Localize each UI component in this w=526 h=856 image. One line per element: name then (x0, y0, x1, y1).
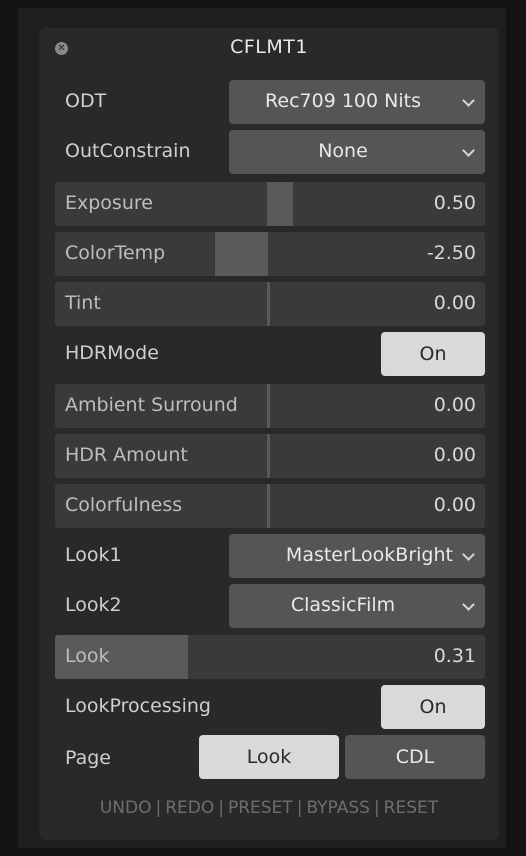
odt-label: ODT (65, 90, 107, 112)
look1-row: Look1 MasterLookBright (55, 534, 485, 578)
colorfulness-slider[interactable]: Colorfulness 0.00 (55, 484, 485, 528)
undo-link[interactable]: UNDO (100, 798, 152, 818)
page-row: Page Look CDL (55, 735, 485, 779)
hdr-amount-value: 0.00 (433, 444, 476, 466)
cflmt-panel: ✕ CFLMT1 ODT Rec709 100 Nits OutConstrai… (40, 28, 498, 840)
page-look-button[interactable]: Look (199, 735, 339, 779)
chevron-down-icon (462, 548, 475, 561)
exposure-label: Exposure (65, 192, 153, 214)
tint-value: 0.00 (433, 292, 476, 314)
colortemp-value: -2.50 (426, 242, 476, 264)
chevron-down-icon (462, 94, 475, 107)
lookprocessing-label: LookProcessing (65, 695, 211, 717)
reset-link[interactable]: RESET (384, 798, 438, 818)
page-cdl-button[interactable]: CDL (345, 735, 485, 779)
tint-slider[interactable]: Tint 0.00 (55, 282, 485, 326)
exposure-slider-fill (267, 182, 293, 226)
look1-value: MasterLookBright (285, 544, 453, 566)
odt-row: ODT Rec709 100 Nits (55, 80, 485, 124)
outconstrain-row: OutConstrain None (55, 130, 485, 174)
lookprocessing-toggle[interactable]: On (381, 685, 485, 729)
look1-dropdown[interactable]: MasterLookBright (229, 534, 485, 578)
outconstrain-label: OutConstrain (65, 140, 191, 162)
bypass-link[interactable]: BYPASS (306, 798, 370, 818)
colortemp-slider-fill (215, 232, 268, 276)
preset-link[interactable]: PRESET (228, 798, 293, 818)
hdrmode-toggle[interactable]: On (381, 332, 485, 376)
exposure-slider[interactable]: Exposure 0.50 (55, 182, 485, 226)
hdr-amount-slider[interactable]: HDR Amount 0.00 (55, 434, 485, 478)
look-slider[interactable]: Look 0.31 (55, 635, 485, 679)
colorfulness-value: 0.00 (433, 494, 476, 516)
hdr-amount-slider-marker (267, 434, 270, 478)
look2-row: Look2 ClassicFilm (55, 584, 485, 628)
odt-value: Rec709 100 Nits (265, 90, 421, 112)
ambient-surround-slider[interactable]: Ambient Surround 0.00 (55, 384, 485, 428)
chevron-down-icon (462, 598, 475, 611)
look2-label: Look2 (65, 594, 122, 616)
footer-separator: | (296, 798, 303, 818)
ambient-surround-slider-marker (267, 384, 270, 428)
colortemp-slider[interactable]: ColorTemp -2.50 (55, 232, 485, 276)
lookprocessing-row: LookProcessing On (55, 685, 485, 729)
outconstrain-value: None (318, 140, 368, 162)
colortemp-label: ColorTemp (65, 242, 166, 264)
page-label: Page (65, 747, 111, 769)
footer-actions: UNDO | REDO | PRESET | BYPASS | RESET (40, 798, 498, 818)
colorfulness-slider-marker (267, 484, 270, 528)
hdr-amount-label: HDR Amount (65, 444, 188, 466)
look-label: Look (65, 645, 110, 667)
hdrmode-label: HDRMode (65, 342, 159, 364)
title-bar: ✕ CFLMT1 (40, 28, 498, 68)
chevron-down-icon (462, 144, 475, 157)
look2-value: ClassicFilm (290, 594, 396, 616)
footer-separator: | (373, 798, 380, 818)
look1-label: Look1 (65, 544, 122, 566)
ambient-surround-label: Ambient Surround (65, 394, 238, 416)
outconstrain-dropdown[interactable]: None (229, 130, 485, 174)
ambient-surround-value: 0.00 (433, 394, 476, 416)
footer-separator: | (218, 798, 224, 818)
panel-title: CFLMT1 (230, 36, 308, 58)
tint-slider-marker (267, 282, 270, 326)
redo-link[interactable]: REDO (165, 798, 214, 818)
look-value: 0.31 (433, 645, 476, 667)
tint-label: Tint (65, 292, 101, 314)
exposure-value: 0.50 (433, 192, 476, 214)
odt-dropdown[interactable]: Rec709 100 Nits (229, 80, 485, 124)
footer-separator: | (155, 798, 162, 818)
hdrmode-row: HDRMode On (55, 332, 485, 376)
colorfulness-label: Colorfulness (65, 494, 183, 516)
look2-dropdown[interactable]: ClassicFilm (229, 584, 485, 628)
